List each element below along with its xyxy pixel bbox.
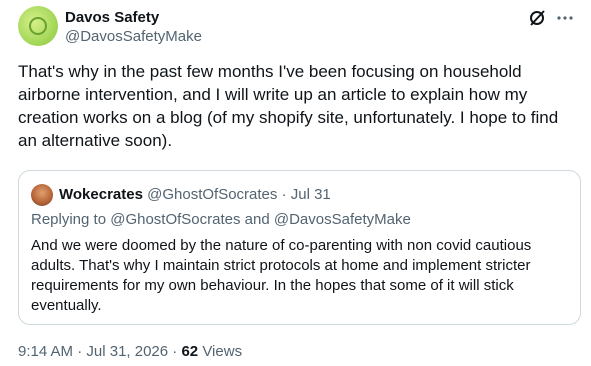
- display-name[interactable]: Davos Safety: [65, 9, 159, 26]
- replying-handle-1[interactable]: @GhostOfSocrates: [110, 211, 240, 228]
- more-icon[interactable]: [555, 8, 575, 28]
- quoted-tweet[interactable]: Wokecrates @GhostOfSocrates · Jul 31 Rep…: [18, 170, 581, 325]
- quote-display-name[interactable]: Wokecrates: [59, 186, 143, 203]
- user-handle[interactable]: @DavosSafetyMake: [65, 28, 202, 45]
- quote-date[interactable]: Jul 31: [291, 186, 331, 203]
- quote-avatar[interactable]: [31, 184, 53, 206]
- tweet-header: Davos Safety @DavosSafetyMake: [18, 6, 577, 46]
- replying-handle-2[interactable]: @DavosSafetyMake: [274, 211, 411, 228]
- replying-and: and: [244, 211, 270, 228]
- grok-icon[interactable]: [527, 8, 547, 28]
- quote-handle[interactable]: @GhostOfSocrates: [147, 186, 277, 203]
- quote-header: Wokecrates @GhostOfSocrates · Jul 31: [59, 186, 331, 203]
- tweet-text: That's why in the past few months I've b…: [18, 62, 559, 150]
- tweet-meta: 9:14 AM · Jul 31, 2026 · 62 Views: [18, 343, 243, 360]
- quote-text: And we were doomed by the nature of co-p…: [31, 237, 532, 314]
- tweet-time[interactable]: 9:14 AM: [18, 343, 73, 360]
- replying-prefix: Replying to: [31, 211, 107, 228]
- replying-to: Replying to @GhostOfSocrates and @DavosS…: [31, 211, 411, 228]
- tweet-date[interactable]: Jul 31, 2026: [86, 343, 168, 360]
- views-count[interactable]: 62: [181, 343, 198, 360]
- avatar[interactable]: [18, 6, 58, 46]
- views-label: Views: [202, 343, 243, 360]
